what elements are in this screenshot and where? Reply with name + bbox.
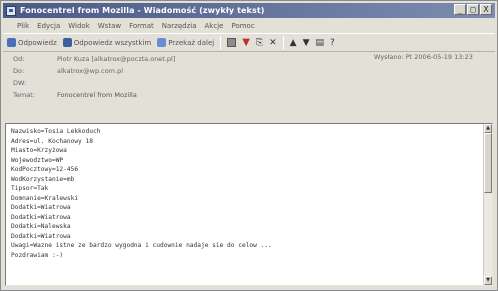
menu-edit[interactable]: Edycja — [37, 22, 60, 30]
forward-icon — [157, 38, 167, 47]
previous-button[interactable]: ▲ — [290, 38, 297, 48]
print-button[interactable] — [227, 38, 237, 47]
menu-format[interactable]: Format — [129, 22, 154, 30]
subject-row: Temat: Fonocentrel from Mozilla — [13, 89, 495, 101]
scroll-down-button[interactable]: ▼ — [484, 276, 492, 285]
body-line: Uwagi=Wazne istne ze bardzo wygodna i cu… — [11, 242, 272, 249]
body-line: Miasto=Krzyżowa — [11, 147, 67, 154]
body-line: Pozdrawiam :-) — [11, 251, 64, 259]
message-window: Fonocentrel from Mozilla - Wiadomość (zw… — [0, 0, 498, 291]
next-button[interactable]: ▼ — [303, 38, 310, 48]
toolbar-separator — [220, 35, 222, 50]
menu-file[interactable]: Plik — [17, 22, 29, 30]
menu-actions[interactable]: Akcje — [205, 22, 224, 30]
flag-button[interactable]: ▼ — [242, 37, 250, 48]
to-value[interactable]: alkatrox@wp.com.pl — [57, 67, 123, 75]
down-arrow-icon: ▼ — [302, 37, 310, 48]
sent-label: Wysłano: — [374, 53, 404, 61]
body-line: WodKorzystanie=mb — [11, 175, 75, 183]
message-headers: Od: Piotr Kuza [alkatrox@poczta.onet.pl]… — [3, 53, 495, 123]
toolbar: Odpowiedz Odpowiedz wszystkim Przekaż da… — [3, 33, 495, 52]
move-button[interactable]: ⎘ — [256, 38, 263, 48]
scroll-thumb[interactable] — [484, 133, 492, 193]
sent-info: Wysłano: Pt 2006-05-19 13:23 — [374, 53, 473, 61]
help-icon: ? — [330, 37, 335, 48]
cc-row: DW: — [13, 77, 495, 89]
menu-tools[interactable]: Narzędzia — [162, 22, 197, 30]
message-icon — [6, 5, 16, 16]
scroll-up-button[interactable]: ▲ — [484, 124, 492, 133]
window-controls: _ □ X — [454, 4, 492, 15]
sent-value: Pt 2006-05-19 13:23 — [405, 53, 473, 61]
menu-insert[interactable]: Wstaw — [98, 22, 121, 30]
flag-icon: ▼ — [242, 37, 250, 48]
body-line: Tipsor=Tak — [11, 185, 49, 192]
toolbar-separator — [282, 35, 284, 50]
help-button[interactable]: ? — [330, 38, 335, 48]
body-line: Dodatki=Nalewska — [11, 223, 71, 230]
reply-all-button[interactable]: Odpowiedz wszystkim — [62, 38, 152, 47]
reply-label: Odpowiedz — [18, 38, 57, 47]
title-bar[interactable]: Fonocentrel from Mozilla - Wiadomość (zw… — [3, 3, 495, 18]
message-body-text[interactable]: Nazwisko=Tosia Lekkoduch Adres=ul. Kochan… — [11, 127, 481, 260]
reply-icon — [7, 38, 16, 47]
body-line: Domnanie=Kralewski — [11, 194, 79, 202]
reply-button[interactable]: Odpowiedz — [7, 38, 57, 47]
body-line: Nazwisko=Tosia Lekkoduch — [11, 128, 101, 135]
reply-all-icon — [62, 38, 72, 47]
subject-value: Fonocentrel from Mozilla — [57, 91, 137, 99]
to-label: Do: — [13, 67, 25, 75]
subject-label: Temat: — [13, 91, 35, 99]
body-line: Adres=ul. Kochanowy 18 — [11, 137, 93, 145]
print-icon — [227, 38, 237, 47]
menu-bar: Plik Edycja Widok Wstaw Format Narzędzia… — [3, 19, 495, 32]
cc-label: DW: — [13, 79, 27, 87]
from-row: Od: Piotr Kuza [alkatrox@poczta.onet.pl]… — [13, 53, 495, 65]
to-row: Do: alkatrox@wp.com.pl — [13, 65, 495, 77]
body-line: Dodatki=Wiatrowa — [11, 232, 71, 240]
forward-button[interactable]: Przekaż dalej — [157, 38, 214, 47]
vertical-scrollbar[interactable]: ▲ ▼ — [483, 124, 492, 285]
address-book-icon: ▤ — [315, 37, 325, 48]
window-title: Fonocentrel from Mozilla - Wiadomość (zw… — [20, 6, 265, 15]
up-arrow-icon: ▲ — [289, 37, 297, 48]
move-icon: ⎘ — [255, 37, 264, 48]
message-body[interactable]: Nazwisko=Tosia Lekkoduch Adres=ul. Kochan… — [5, 123, 493, 286]
close-button[interactable]: X — [480, 4, 492, 15]
body-line: Dodatki=Wiatrowa — [11, 213, 71, 221]
maximize-button[interactable]: □ — [467, 4, 479, 15]
address-book-button[interactable]: ▤ — [316, 38, 325, 48]
body-line: Dodatki=Wiatrowa — [11, 204, 71, 211]
minimize-button[interactable]: _ — [454, 4, 466, 15]
forward-label: Przekaż dalej — [168, 38, 215, 47]
reply-all-label: Odpowiedz wszystkim — [73, 38, 152, 47]
from-label: Od: — [13, 55, 25, 63]
delete-button[interactable]: ✕ — [269, 38, 277, 48]
from-value[interactable]: Piotr Kuza [alkatrox@poczta.onet.pl] — [57, 55, 175, 63]
delete-icon: ✕ — [269, 37, 277, 48]
body-line: Wojewodztwo=WP — [11, 156, 64, 164]
menu-help[interactable]: Pomoc — [231, 22, 254, 30]
menu-view[interactable]: Widok — [68, 22, 90, 30]
body-line: KodPocztowy=12-456 — [11, 166, 79, 173]
